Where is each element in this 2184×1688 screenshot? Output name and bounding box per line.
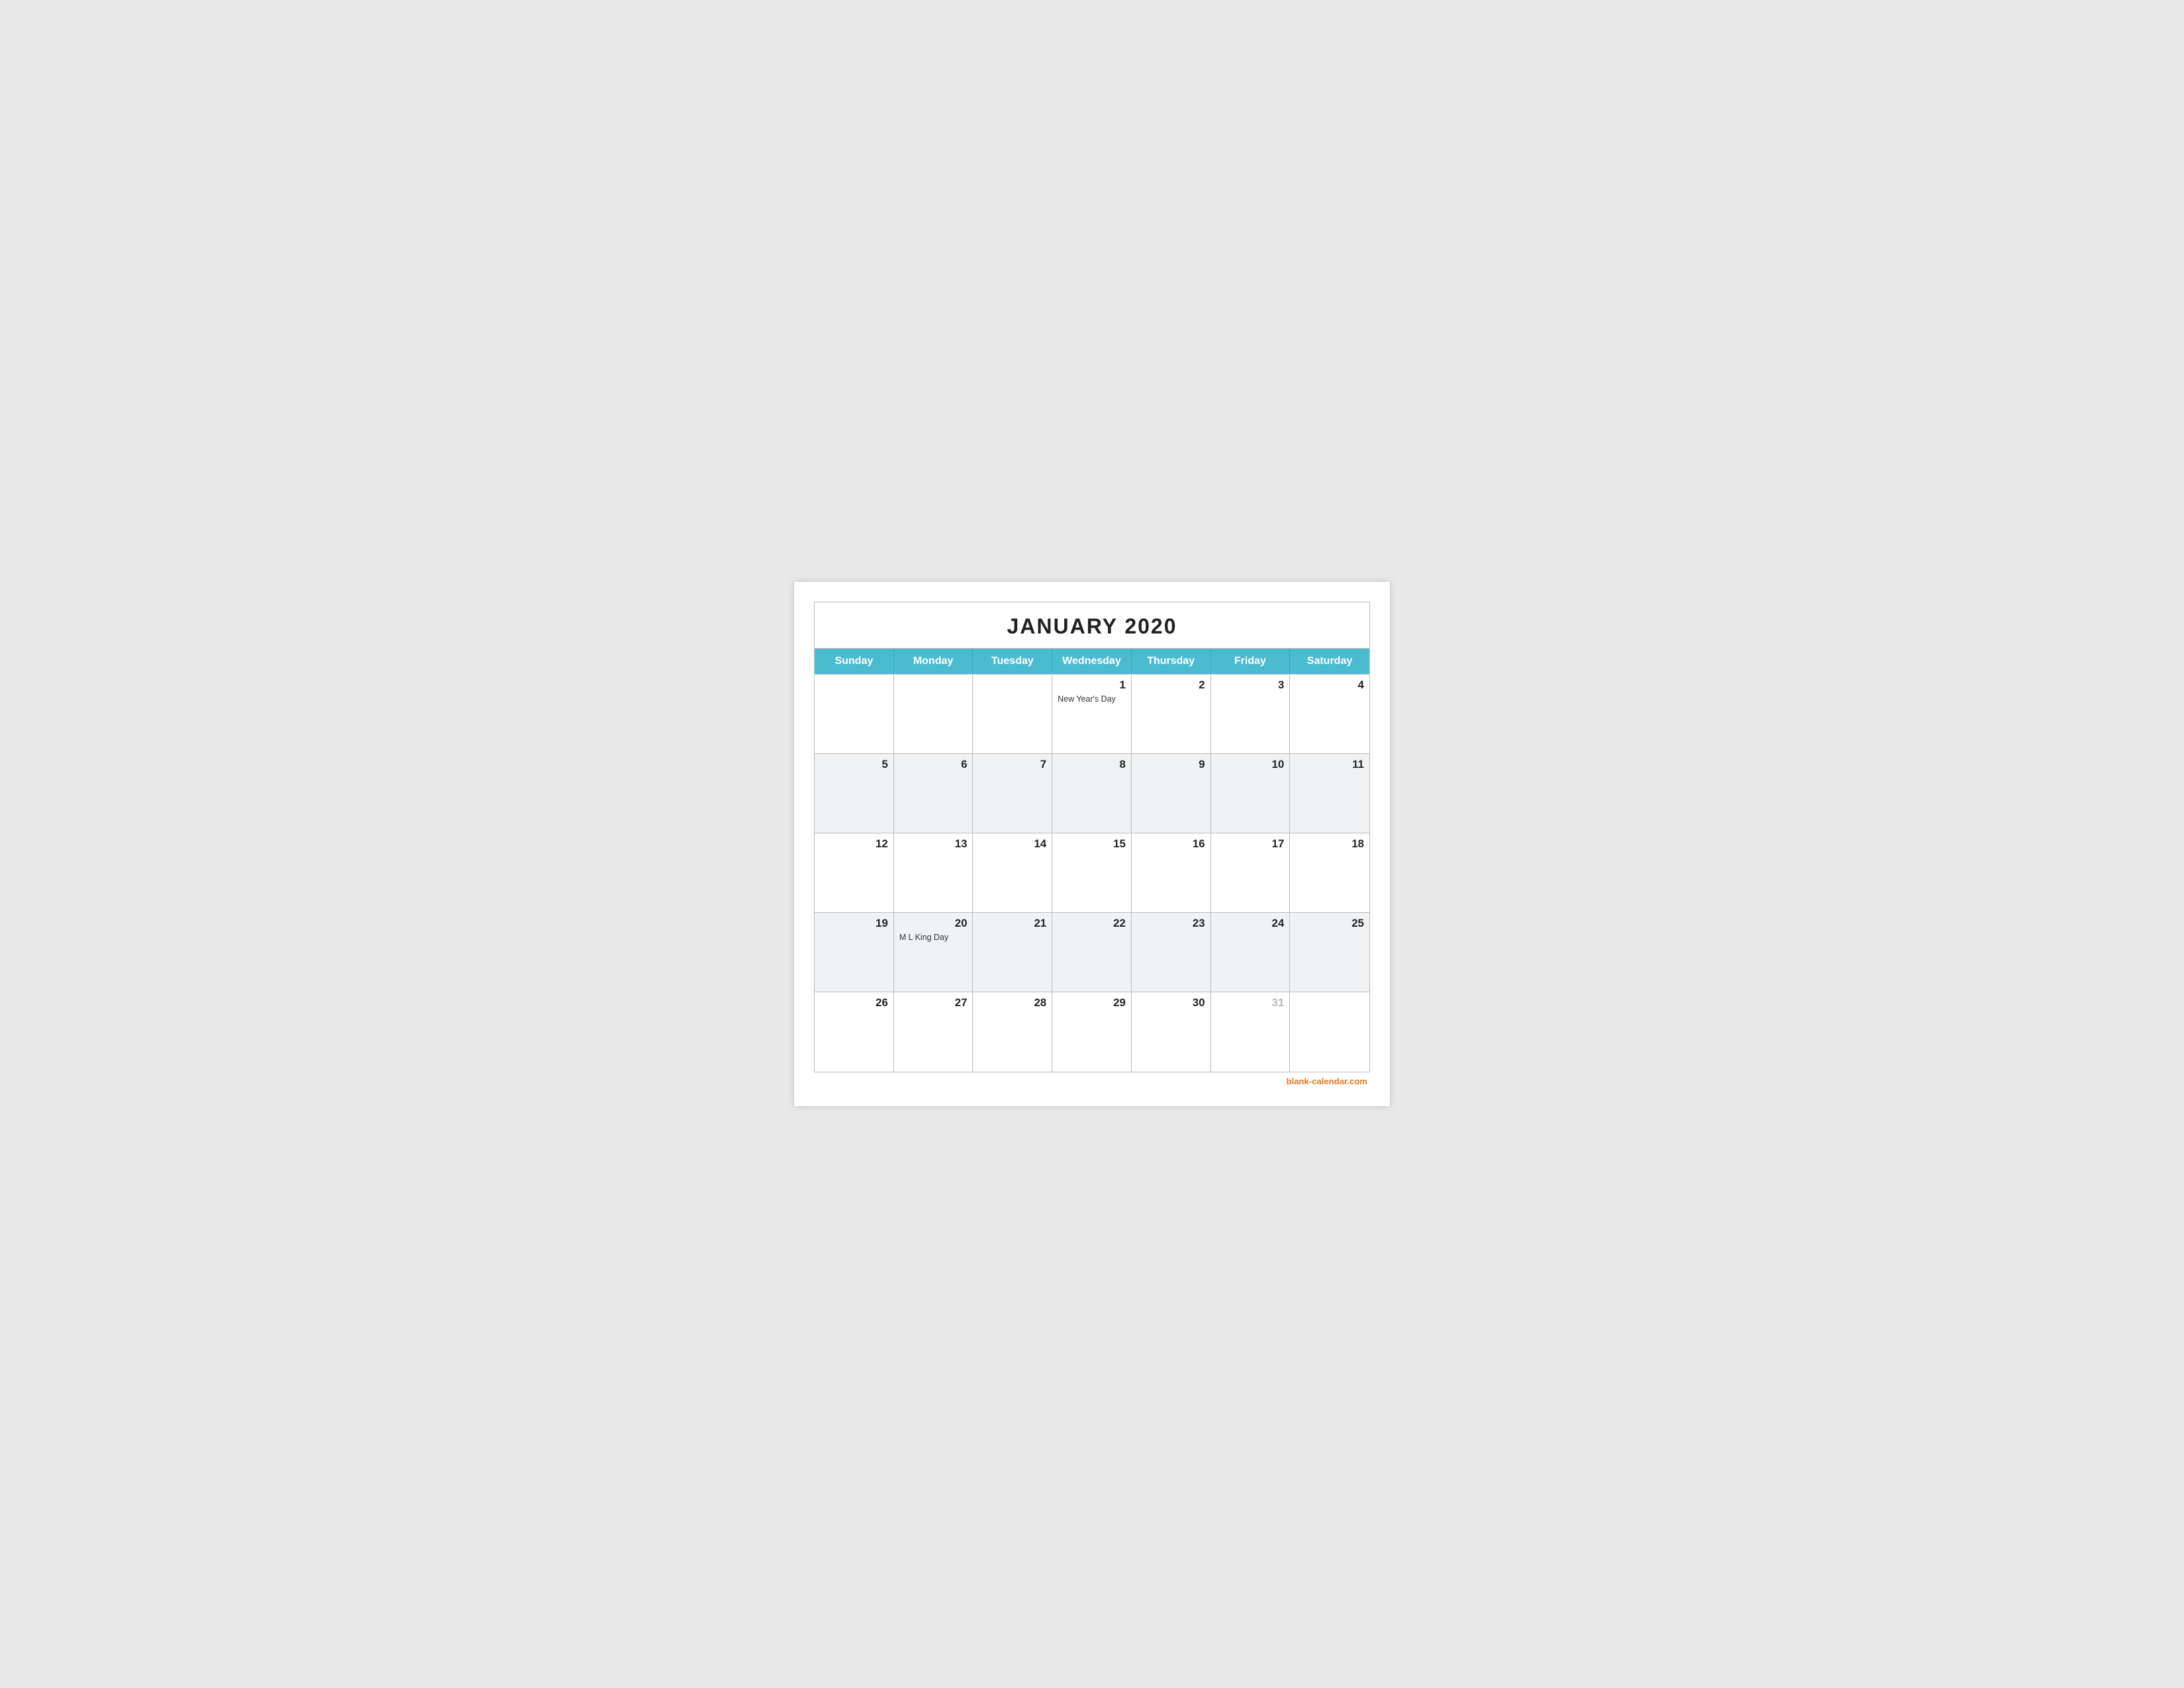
calendar-container: JANUARY 2020 SundayMondayTuesdayWednesda… <box>814 602 1370 1072</box>
day-number: 29 <box>1058 996 1126 1009</box>
calendar-cell: 21 <box>973 913 1052 992</box>
calendar-cell <box>815 675 894 754</box>
day-number: 19 <box>820 917 888 930</box>
footer-link[interactable]: blank-calendar.com <box>1287 1076 1367 1086</box>
calendar-cell: 1 New Year's Day <box>1052 675 1132 754</box>
calendar-cell: 5 <box>815 754 894 833</box>
header-day-saturday: Saturday <box>1290 649 1369 674</box>
day-number: 9 <box>1137 758 1205 771</box>
header-day-wednesday: Wednesday <box>1052 649 1132 674</box>
calendar-cell: 8 <box>1052 754 1132 833</box>
day-number: 17 <box>1216 837 1285 851</box>
calendar-cell: 13 <box>894 833 974 913</box>
day-number: 24 <box>1216 917 1285 930</box>
calendar-cell: 25 <box>1290 913 1369 992</box>
calendar-cell: 10 <box>1211 754 1291 833</box>
calendar-cell: 2 <box>1132 675 1211 754</box>
calendar-cell: 12 <box>815 833 894 913</box>
calendar-cell: 11 <box>1290 754 1369 833</box>
day-number: 6 <box>899 758 968 771</box>
day-number: 7 <box>978 758 1046 771</box>
day-number: 27 <box>899 996 968 1009</box>
day-number: 10 <box>1216 758 1285 771</box>
day-number: 20 <box>899 917 968 930</box>
day-number: 25 <box>1295 917 1364 930</box>
day-number: 18 <box>1295 837 1364 851</box>
day-number: 22 <box>1058 917 1126 930</box>
calendar-cell: 31 <box>1211 992 1291 1072</box>
day-number: 31 <box>1216 996 1285 1009</box>
calendar-cell: 26 <box>815 992 894 1072</box>
day-number: 16 <box>1137 837 1205 851</box>
calendar-grid: 1New Year's Day2345678910111213141516171… <box>815 674 1369 1072</box>
calendar-cell: 16 <box>1132 833 1211 913</box>
calendar-title: JANUARY 2020 <box>815 602 1369 649</box>
day-number: 2 <box>1137 679 1205 692</box>
calendar-cell <box>894 675 974 754</box>
calendar-cell: 20 M L King Day <box>894 913 974 992</box>
calendar-cell: 17 <box>1211 833 1291 913</box>
day-number: 15 <box>1058 837 1126 851</box>
calendar-cell: 19 <box>815 913 894 992</box>
day-number: 5 <box>820 758 888 771</box>
day-number: 11 <box>1295 758 1364 771</box>
header-day-monday: Monday <box>894 649 974 674</box>
day-number: 23 <box>1137 917 1205 930</box>
day-number: 13 <box>899 837 968 851</box>
calendar-cell: 22 <box>1052 913 1132 992</box>
day-number: 26 <box>820 996 888 1009</box>
day-number: 12 <box>820 837 888 851</box>
calendar-cell: 9 <box>1132 754 1211 833</box>
header-day-thursday: Thursday <box>1132 649 1211 674</box>
calendar-cell: 4 <box>1290 675 1369 754</box>
day-number: 21 <box>978 917 1046 930</box>
day-number: 30 <box>1137 996 1205 1009</box>
day-number: 1 <box>1058 679 1126 692</box>
header-day-sunday: Sunday <box>815 649 894 674</box>
calendar-cell: 6 <box>894 754 974 833</box>
day-number: 3 <box>1216 679 1285 692</box>
calendar-cell: 27 <box>894 992 974 1072</box>
event-label: New Year's Day <box>1058 694 1126 704</box>
calendar-cell: 28 <box>973 992 1052 1072</box>
calendar-cell: 7 <box>973 754 1052 833</box>
header-day-friday: Friday <box>1211 649 1291 674</box>
page-wrapper: JANUARY 2020 SundayMondayTuesdayWednesda… <box>794 582 1390 1106</box>
day-number: 28 <box>978 996 1046 1009</box>
calendar-cell <box>973 675 1052 754</box>
calendar-cell <box>1290 992 1369 1072</box>
header-day-tuesday: Tuesday <box>973 649 1052 674</box>
calendar-cell: 30 <box>1132 992 1211 1072</box>
calendar-cell: 18 <box>1290 833 1369 913</box>
calendar-header: SundayMondayTuesdayWednesdayThursdayFrid… <box>815 649 1369 674</box>
calendar-cell: 24 <box>1211 913 1291 992</box>
calendar-cell: 14 <box>973 833 1052 913</box>
event-label: M L King Day <box>899 933 968 942</box>
calendar-cell: 15 <box>1052 833 1132 913</box>
calendar-cell: 3 <box>1211 675 1291 754</box>
day-number: 4 <box>1295 679 1364 692</box>
calendar-cell: 23 <box>1132 913 1211 992</box>
day-number: 14 <box>978 837 1046 851</box>
footer: blank-calendar.com <box>814 1072 1370 1086</box>
day-number: 8 <box>1058 758 1126 771</box>
calendar-cell: 29 <box>1052 992 1132 1072</box>
